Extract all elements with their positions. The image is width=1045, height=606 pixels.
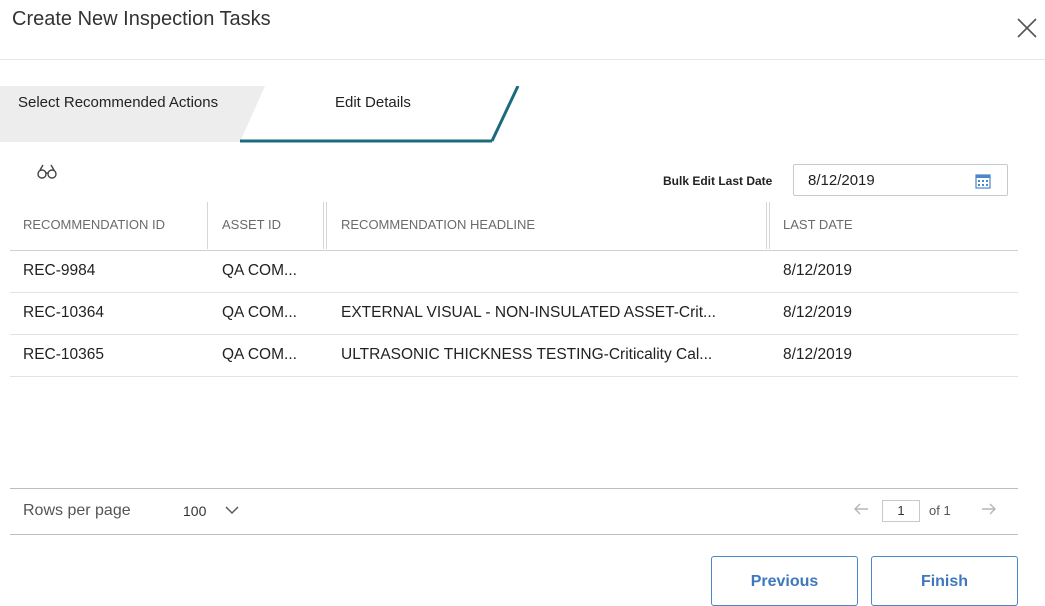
pager-divider — [10, 534, 1018, 535]
cell-headline: ULTRASONIC THICKNESS TESTING-Criticality… — [341, 346, 713, 363]
column-resize-handle[interactable] — [207, 202, 208, 249]
previous-button[interactable]: Previous — [711, 556, 858, 606]
rows-per-page-value[interactable]: 100 — [183, 503, 206, 519]
binoculars-icon[interactable] — [36, 164, 58, 180]
bulk-edit-date-field[interactable]: 8/12/2019 — [793, 164, 1008, 196]
column-header-asset-id[interactable]: ASSET ID — [222, 217, 281, 232]
cell-headline: EXTERNAL VISUAL - NON-INSULATED ASSET-Cr… — [341, 304, 716, 321]
cell-asset-id: QA COM... — [222, 262, 297, 279]
header-divider — [0, 59, 1045, 60]
wizard-step-select-actions[interactable]: Select Recommended Actions — [18, 94, 218, 111]
arrow-left-icon[interactable] — [852, 502, 870, 516]
cell-last-date[interactable]: 8/12/2019 — [783, 262, 983, 280]
dialog-title: Create New Inspection Tasks — [12, 8, 271, 30]
finish-button[interactable]: Finish — [871, 556, 1018, 606]
cell-last-date[interactable]: 8/12/2019 — [783, 304, 983, 322]
page-count-label: of 1 — [929, 503, 951, 518]
chevron-down-icon[interactable] — [224, 505, 240, 515]
cell-recommendation-id: REC-10364 — [23, 304, 104, 321]
bulk-edit-date-value[interactable]: 8/12/2019 — [808, 172, 875, 189]
column-header-last-date[interactable]: LAST DATE — [783, 217, 853, 232]
cell-last-date[interactable]: 8/12/2019 — [783, 346, 983, 364]
page-number-input[interactable]: 1 — [882, 500, 920, 522]
table-row[interactable]: REC-10364 QA COM... EXTERNAL VISUAL - NO… — [10, 293, 1018, 335]
recommendations-table: RECOMMENDATION ID ASSET ID RECOMMENDATIO… — [10, 202, 1018, 377]
cell-recommendation-id: REC-10365 — [23, 346, 104, 363]
column-header-recommendation-id[interactable]: RECOMMENDATION ID — [23, 217, 165, 232]
cell-asset-id: QA COM... — [222, 304, 297, 321]
rows-per-page-label: Rows per page — [23, 502, 131, 519]
bulk-edit-label: Bulk Edit Last Date — [663, 174, 773, 188]
calendar-icon[interactable] — [975, 173, 991, 189]
wizard-steps: Select Recommended Actions Edit Details — [0, 86, 540, 144]
table-row[interactable]: REC-10365 QA COM... ULTRASONIC THICKNESS… — [10, 335, 1018, 377]
cell-recommendation-id: REC-9984 — [23, 262, 96, 279]
arrow-right-icon[interactable] — [980, 502, 998, 516]
close-icon[interactable] — [1012, 12, 1040, 40]
column-resize-handle[interactable] — [326, 202, 327, 249]
wizard-step-edit-details[interactable]: Edit Details — [335, 94, 411, 111]
pager-divider — [10, 488, 1018, 489]
column-resize-handle[interactable] — [769, 202, 770, 249]
cell-asset-id: QA COM... — [222, 346, 297, 363]
column-header-headline[interactable]: RECOMMENDATION HEADLINE — [341, 217, 535, 232]
table-header: RECOMMENDATION ID ASSET ID RECOMMENDATIO… — [10, 202, 1018, 251]
table-row[interactable]: REC-9984 QA COM... 8/12/2019 — [10, 251, 1018, 293]
column-resize-handle[interactable] — [766, 202, 767, 249]
column-resize-handle[interactable] — [323, 202, 324, 249]
